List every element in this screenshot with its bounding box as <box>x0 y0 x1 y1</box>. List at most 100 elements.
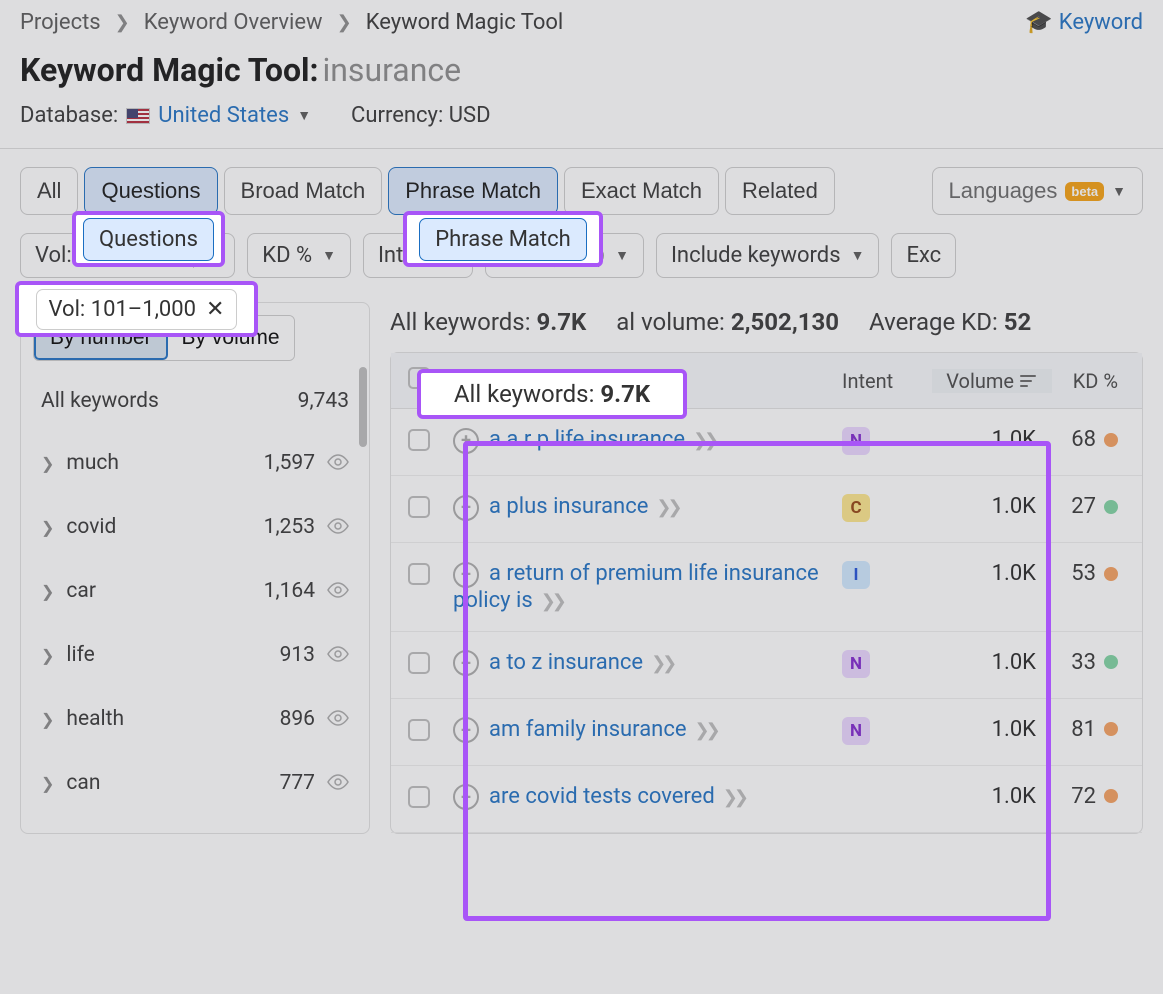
currency-display: Currency: USD <box>351 103 490 128</box>
eye-icon[interactable] <box>327 771 349 795</box>
add-icon[interactable]: + <box>453 428 479 454</box>
add-icon[interactable]: + <box>453 717 479 743</box>
intent-badge: I <box>842 561 870 589</box>
help-label: Keyword <box>1059 10 1143 35</box>
tab-related[interactable]: Related <box>725 167 835 215</box>
col-intent[interactable]: Intent <box>842 369 932 393</box>
group-label: car <box>66 579 251 603</box>
tab-exact[interactable]: Exact Match <box>564 167 719 215</box>
tab-languages[interactable]: Languages beta ▼ <box>932 167 1143 215</box>
filter-include-label: Include keywords <box>671 243 841 268</box>
table-row: +a to z insurance❯❯ N 1.0K 33 <box>391 632 1142 699</box>
sidebar-item[interactable]: ❯covid1,253 <box>33 495 357 559</box>
intent-badge: N <box>842 717 870 745</box>
eye-icon[interactable] <box>327 451 349 475</box>
all-keywords-label: All keywords <box>41 389 159 413</box>
us-flag-icon <box>126 108 150 124</box>
scrollbar[interactable] <box>359 367 367 447</box>
add-icon[interactable]: + <box>453 784 479 810</box>
keyword-link[interactable]: a to z insurance <box>489 650 643 675</box>
row-checkbox[interactable] <box>408 429 430 451</box>
group-count: 913 <box>280 643 315 667</box>
chevron-down-icon: ▼ <box>297 107 311 124</box>
row-checkbox[interactable] <box>408 719 430 741</box>
tab-broad[interactable]: Broad Match <box>224 167 383 215</box>
chevrons-right-icon[interactable]: ❯❯ <box>541 591 563 612</box>
currency-label: Currency: <box>351 103 443 128</box>
add-icon[interactable]: + <box>453 495 479 521</box>
sidebar-item[interactable]: ❯car1,164 <box>33 559 357 623</box>
row-checkbox[interactable] <box>408 652 430 674</box>
keyword-link[interactable]: are covid tests covered <box>489 784 715 809</box>
chevron-right-icon: ❯ <box>337 12 352 33</box>
breadcrumb-projects[interactable]: Projects <box>20 10 101 35</box>
sidebar-item[interactable]: ❯life913 <box>33 623 357 687</box>
filter-include[interactable]: Include keywords ▼ <box>656 233 879 278</box>
filters-row: Vol: 101–1,000 ✕ KD % ▼ Intent ▼ CPC (US… <box>0 233 1163 302</box>
row-checkbox[interactable] <box>408 563 430 585</box>
breadcrumb-current: Keyword Magic Tool <box>366 10 564 35</box>
group-label: life <box>66 643 267 667</box>
sidebar-item[interactable]: ❯can777 <box>33 751 357 815</box>
all-keywords-row[interactable]: All keywords 9,743 <box>33 379 357 431</box>
help-keyword-link[interactable]: 🎓 Keyword <box>1025 10 1143 35</box>
graduation-cap-icon: 🎓 <box>1025 10 1052 35</box>
chevrons-right-icon[interactable]: ❯❯ <box>695 720 717 741</box>
keyword-link[interactable]: a return of premium life insurance polic… <box>453 561 819 613</box>
group-label: covid <box>66 515 251 539</box>
intent-badge: N <box>842 650 870 678</box>
group-count: 896 <box>280 707 315 731</box>
results-panel: All keywords: 9.7K al volume: 2,502,130 … <box>390 302 1143 834</box>
eye-icon[interactable] <box>327 579 349 603</box>
row-checkbox[interactable] <box>408 496 430 518</box>
database-country[interactable]: United States <box>158 103 289 128</box>
page-title-bar: Keyword Magic Tool: insurance <box>0 43 1163 97</box>
group-label: much <box>66 451 251 475</box>
sort-toggle: By number By volume <box>33 315 295 361</box>
close-icon[interactable]: ✕ <box>193 244 221 268</box>
kd-value: 81 <box>1071 717 1096 742</box>
stats-row: All keywords: 9.7K al volume: 2,502,130 … <box>390 302 1143 352</box>
select-all-checkbox[interactable] <box>408 367 430 389</box>
filter-volume[interactable]: Vol: 101–1,000 ✕ <box>20 233 235 278</box>
table-row: +a return of premium life insurance poli… <box>391 543 1142 632</box>
database-label: Database: <box>20 103 118 128</box>
table-row: +am family insurance❯❯ N 1.0K 81 <box>391 699 1142 766</box>
filter-exclude[interactable]: Exc <box>891 233 956 278</box>
database-selector[interactable]: Database: United States ▼ <box>20 103 311 128</box>
add-icon[interactable]: + <box>453 650 479 676</box>
sort-by-number[interactable]: By number <box>34 316 168 360</box>
tab-all[interactable]: All <box>20 167 78 215</box>
table-row: +a a r p life insurance❯❯ N 1.0K 68 <box>391 409 1142 476</box>
sidebar-item[interactable]: ❯much1,597 <box>33 431 357 495</box>
add-icon[interactable]: + <box>453 562 479 588</box>
eye-icon[interactable] <box>327 643 349 667</box>
col-keyword[interactable]: Keyword <box>447 369 842 393</box>
filter-intent[interactable]: Intent ▼ <box>363 233 473 278</box>
keyword-link[interactable]: a a r p life insurance <box>489 427 685 452</box>
chevrons-right-icon[interactable]: ❯❯ <box>693 430 715 451</box>
tab-questions[interactable]: Questions <box>84 167 217 215</box>
kd-value: 27 <box>1071 494 1096 519</box>
keyword-link[interactable]: a plus insurance <box>489 494 648 519</box>
difficulty-dot-icon <box>1104 433 1118 447</box>
breadcrumb: Projects ❯ Keyword Overview ❯ Keyword Ma… <box>0 0 1163 43</box>
filter-cpc[interactable]: CPC (USD) ▼ <box>485 233 644 278</box>
sort-by-volume[interactable]: By volume <box>168 316 294 360</box>
breadcrumb-overview[interactable]: Keyword Overview <box>144 10 323 35</box>
tab-phrase[interactable]: Phrase Match <box>388 167 558 215</box>
chevrons-right-icon[interactable]: ❯❯ <box>723 787 745 808</box>
sidebar-item[interactable]: ❯health896 <box>33 687 357 751</box>
filter-kd[interactable]: KD % ▼ <box>247 233 351 278</box>
chevrons-right-icon[interactable]: ❯❯ <box>656 497 678 518</box>
eye-icon[interactable] <box>327 515 349 539</box>
keyword-link[interactable]: am family insurance <box>489 717 687 742</box>
eye-icon[interactable] <box>327 707 349 731</box>
col-kd[interactable]: KD % <box>1052 369 1142 393</box>
all-keywords-count: 9,743 <box>298 389 349 413</box>
row-checkbox[interactable] <box>408 786 430 808</box>
col-volume[interactable]: Volume <box>932 369 1052 393</box>
divider <box>0 148 1163 149</box>
stat-tv-label: al volume: <box>616 308 725 336</box>
chevrons-right-icon[interactable]: ❯❯ <box>651 653 673 674</box>
